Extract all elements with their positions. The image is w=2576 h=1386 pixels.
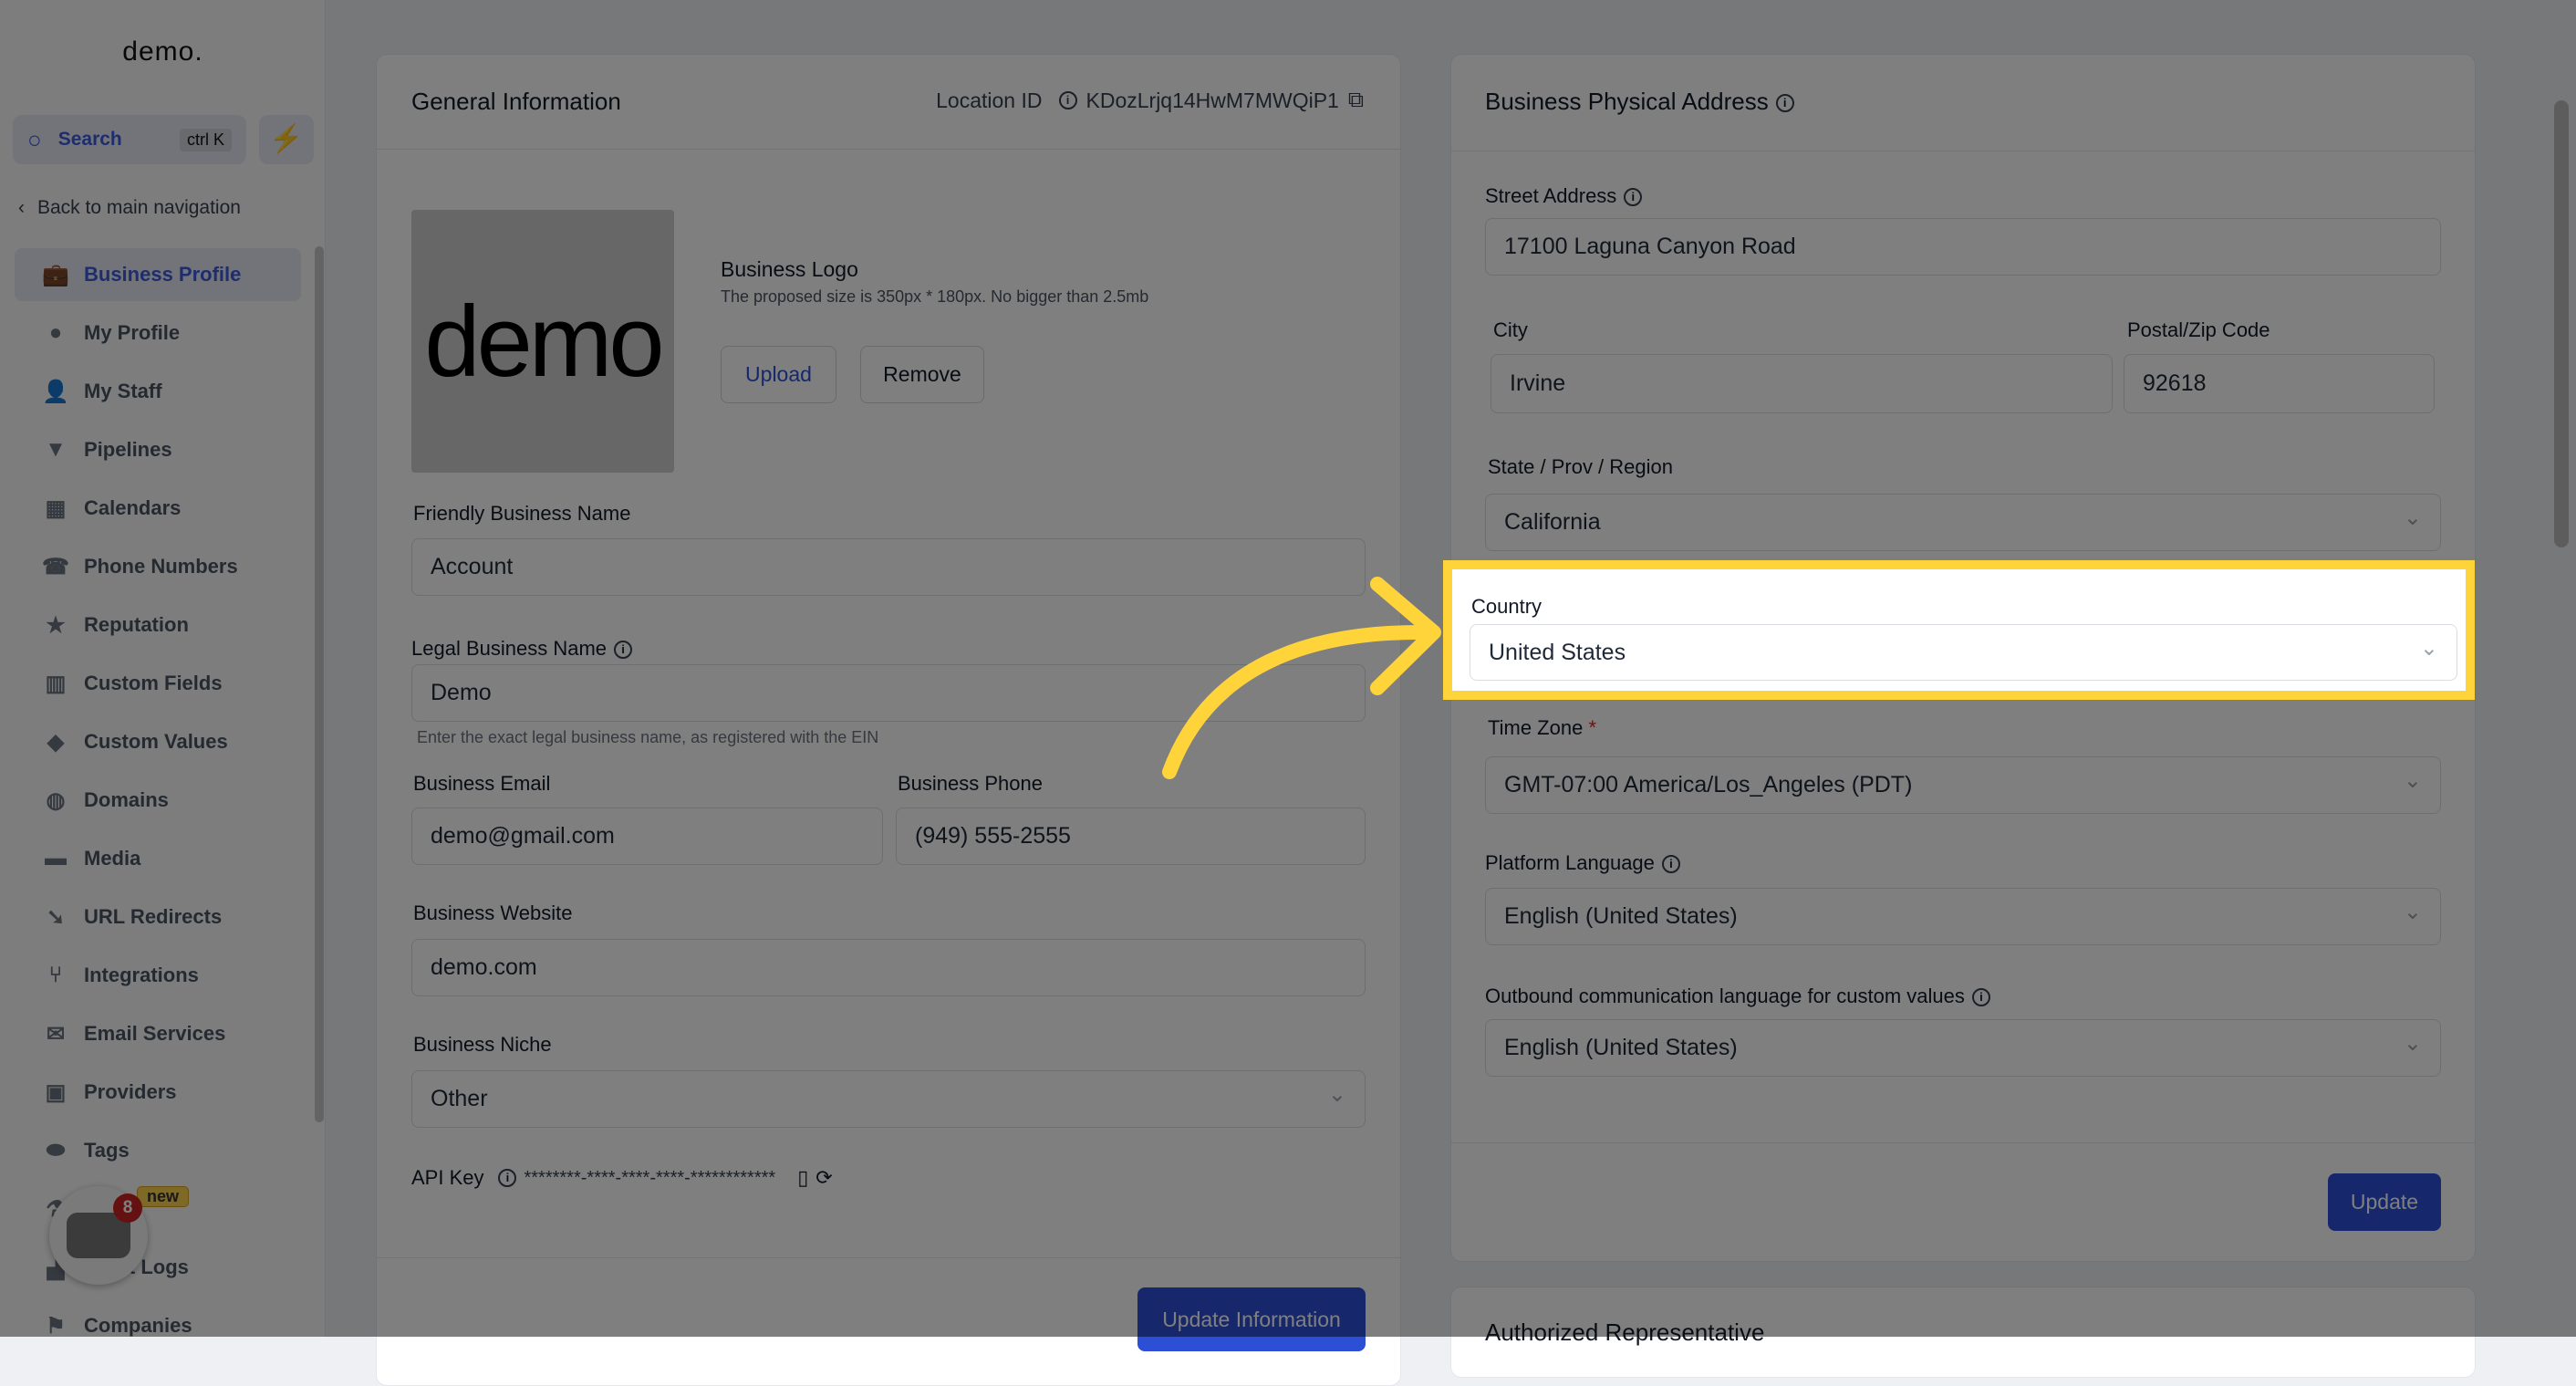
country-label: Country — [1471, 595, 1542, 618]
country-select[interactable]: United States — [1470, 624, 2457, 681]
country-highlight: Country United States — [1443, 560, 2475, 700]
